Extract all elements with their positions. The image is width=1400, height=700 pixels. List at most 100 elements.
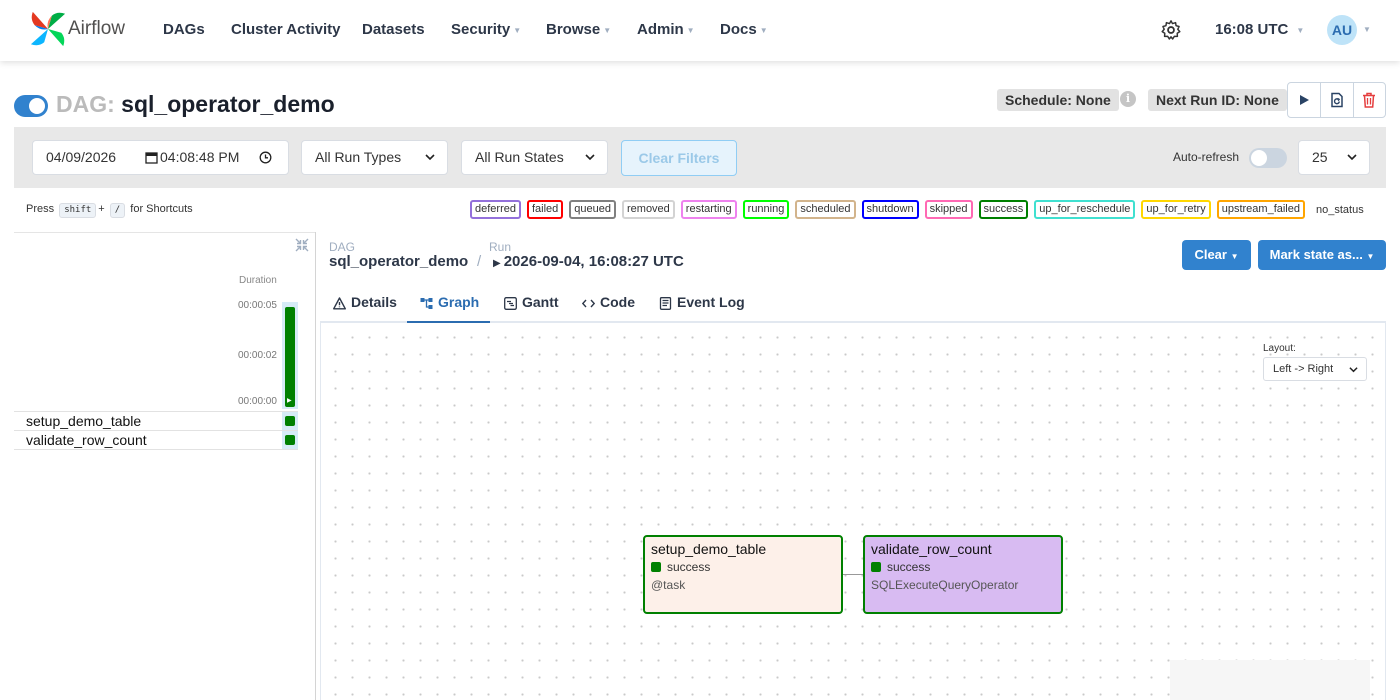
tab-gantt-label: Gantt	[522, 294, 559, 310]
breadcrumb-dag[interactable]: sql_operator_demo	[329, 253, 468, 270]
legend-shutdown[interactable]: shutdown	[861, 200, 919, 219]
nav-security-label: Security	[451, 21, 511, 38]
chevron-down-icon	[425, 154, 435, 161]
info-icon[interactable]: i	[1120, 91, 1136, 107]
tab-graph-label: Graph	[438, 294, 480, 310]
auto-refresh-toggle[interactable]	[1249, 148, 1287, 168]
collapse-icon[interactable]	[294, 237, 310, 253]
shortcuts-hint: Press shift + / for Shortcuts	[26, 203, 193, 218]
legend-removed[interactable]: removed	[622, 200, 675, 219]
legend-restarting[interactable]: restarting	[680, 200, 737, 219]
nav-datasets-label: Datasets	[362, 21, 425, 38]
caret-down-icon[interactable]: ▼	[1363, 25, 1371, 34]
reparse-dag-button[interactable]	[1320, 83, 1352, 117]
delete-dag-button[interactable]	[1352, 83, 1385, 117]
layout-value: Left -> Right	[1273, 363, 1334, 375]
time-value: 04:08:48 PM	[160, 149, 240, 165]
dag-run-bar[interactable]	[285, 307, 295, 407]
gear-icon[interactable]	[1160, 19, 1182, 41]
legend-failed[interactable]: failed	[526, 200, 564, 219]
node-operator: @task	[651, 578, 686, 592]
trigger-dag-button[interactable]	[1288, 83, 1320, 117]
graph-node-validate-row-count[interactable]: validate_row_count success SQLExecuteQue…	[863, 535, 1063, 614]
mark-state-button[interactable]: Mark state as... ▼	[1258, 240, 1386, 270]
nav-cluster-activity[interactable]: Cluster Activity	[231, 21, 340, 38]
tab-event-log[interactable]: Event Log	[659, 284, 745, 323]
node-task-name: setup_demo_table	[651, 541, 767, 557]
duration-tick: 00:00:05	[238, 300, 277, 311]
nav-security[interactable]: Security ▼	[451, 21, 521, 38]
airflow-logo-icon[interactable]	[28, 10, 68, 48]
legend-running[interactable]: running	[742, 200, 790, 219]
task-instance-cell[interactable]	[282, 431, 298, 449]
tab-details[interactable]: Details	[333, 284, 397, 323]
breadcrumb-dag-label: DAG	[329, 240, 356, 254]
nav-browse[interactable]: Browse ▼	[546, 21, 611, 38]
graph-edge	[843, 574, 864, 575]
code-icon	[581, 299, 596, 308]
task-name[interactable]: setup_demo_table	[26, 413, 141, 429]
duration-tick: 00:00:00	[238, 396, 277, 407]
run-type-select[interactable]: All Run Types	[301, 140, 448, 175]
legend-success[interactable]: success	[978, 200, 1029, 219]
graph-minimap[interactable]	[1170, 660, 1370, 700]
layout-select[interactable]: Left -> Right	[1263, 357, 1367, 381]
graph-canvas[interactable]	[320, 323, 1386, 700]
file-refresh-icon	[1331, 92, 1343, 108]
node-state: success	[871, 560, 1055, 574]
graph-node-setup-demo-table[interactable]: setup_demo_table success @task	[643, 535, 843, 614]
legend-upstream-failed[interactable]: upstream_failed	[1216, 200, 1305, 219]
task-row[interactable]: validate_row_count	[14, 431, 298, 450]
legend-scheduled[interactable]: scheduled	[795, 200, 856, 219]
warning-triangle-icon	[333, 297, 346, 310]
task-instance-square[interactable]	[285, 435, 295, 445]
tab-gantt[interactable]: Gantt	[504, 284, 559, 323]
legend-up-for-retry[interactable]: up_for_retry	[1141, 200, 1211, 219]
task-instance-square[interactable]	[285, 416, 295, 426]
task-name[interactable]: validate_row_count	[26, 432, 147, 448]
legend-up-for-reschedule[interactable]: up_for_reschedule	[1034, 200, 1136, 219]
task-row[interactable]: setup_demo_table	[14, 412, 298, 431]
kbd-slash: /	[109, 203, 126, 218]
clear-filters-button[interactable]: Clear Filters	[621, 140, 737, 176]
clear-button[interactable]: Clear ▼	[1182, 240, 1251, 270]
nav-dags[interactable]: DAGs	[163, 21, 205, 38]
node-state-label: success	[887, 560, 931, 574]
clear-button-label: Clear	[1194, 247, 1227, 262]
state-legend: deferred failed queued removed restartin…	[470, 200, 1364, 219]
run-state-select[interactable]: All Run States	[461, 140, 608, 175]
clock-icon[interactable]	[259, 151, 272, 164]
date-value: 04/09/2026	[46, 149, 117, 165]
detail-tabs: Details Graph Gantt Code Event Log	[320, 284, 1386, 323]
tab-code[interactable]: Code	[581, 284, 635, 323]
clock-time[interactable]: 16:08 UTC ▼	[1215, 21, 1304, 38]
task-instance-cell[interactable]	[282, 412, 298, 430]
dag-pause-toggle[interactable]	[14, 95, 48, 117]
panel-divider[interactable]	[315, 232, 316, 700]
event-log-icon	[659, 296, 672, 310]
legend-queued[interactable]: queued	[569, 200, 616, 219]
caret-down-icon: ▼	[1296, 25, 1305, 35]
top-navbar: Airflow DAGs Cluster Activity Datasets S…	[0, 0, 1400, 61]
legend-skipped[interactable]: skipped	[924, 200, 973, 219]
nav-docs[interactable]: Docs ▼	[720, 21, 768, 38]
nav-admin[interactable]: Admin ▼	[637, 21, 695, 38]
node-operator: SQLExecuteQueryOperator	[871, 578, 1019, 592]
tab-graph[interactable]: Graph	[407, 284, 490, 323]
graph-icon	[420, 297, 433, 309]
clock-time-label: 16:08 UTC	[1215, 21, 1289, 38]
calendar-icon[interactable]	[145, 151, 158, 164]
user-avatar[interactable]: AU	[1327, 15, 1357, 45]
nav-admin-label: Admin	[637, 21, 684, 38]
page-size-select[interactable]: 25	[1298, 140, 1370, 175]
base-date-input[interactable]: 04/09/2026 04:08:48 PM	[32, 140, 289, 175]
brand-name[interactable]: Airflow	[68, 18, 125, 40]
legend-no-status[interactable]: no_status	[1316, 204, 1364, 216]
nav-datasets[interactable]: Datasets	[362, 21, 425, 38]
breadcrumb-run-label: Run	[489, 240, 512, 254]
caret-down-icon: ▼	[603, 25, 612, 35]
breadcrumb-run[interactable]: ▶ 2026-09-04, 16:08:27 UTC	[493, 253, 684, 270]
tab-event-log-label: Event Log	[677, 294, 745, 310]
legend-deferred[interactable]: deferred	[470, 200, 521, 219]
dag-prefix: DAG:	[56, 91, 115, 117]
